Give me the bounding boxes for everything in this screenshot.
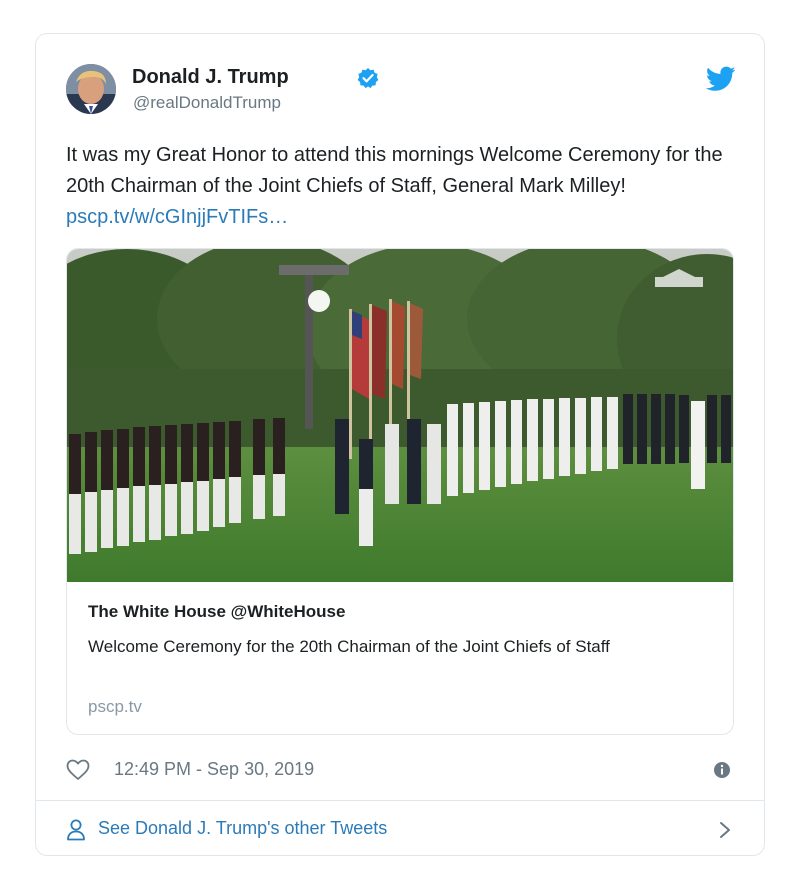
see-other-tweets-link[interactable]: See Donald J. Trump's other Tweets [66,816,736,844]
tweet-header: Donald J. Trump @realDonaldTrump [66,64,736,120]
author-handle[interactable]: @realDonaldTrump [133,93,281,113]
card-domain[interactable]: pscp.tv [88,697,142,717]
card-image[interactable] [67,249,734,582]
link-card[interactable]: The White House @WhiteHouse Welcome Cere… [66,248,734,735]
heart-icon[interactable] [66,759,90,781]
tweet-meta: 12:49 PM - Sep 30, 2019 [66,758,736,782]
see-other-tweets-label[interactable]: See Donald J. Trump's other Tweets [98,818,387,839]
tweet-body: It was my Great Honor to attend this mor… [66,144,723,197]
tweet-text: It was my Great Honor to attend this mor… [66,140,746,233]
card-description[interactable]: Welcome Ceremony for the 20th Chairman o… [88,634,708,660]
avatar[interactable] [66,64,116,114]
card-title[interactable]: The White House @WhiteHouse [88,602,345,622]
author-name[interactable]: Donald J. Trump [132,66,289,89]
embedded-tweet: Donald J. Trump @realDonaldTrump It was … [35,33,765,856]
tweet-link[interactable]: pscp.tv/w/cGInjjFvTIFs… [66,206,288,228]
tweet-timestamp[interactable]: 12:49 PM - Sep 30, 2019 [114,759,314,780]
verified-badge-icon [357,67,379,89]
twitter-bird-icon[interactable] [705,66,736,92]
person-icon [66,819,86,841]
divider [36,800,764,801]
chevron-right-icon[interactable] [718,821,732,839]
info-icon[interactable] [713,761,731,779]
